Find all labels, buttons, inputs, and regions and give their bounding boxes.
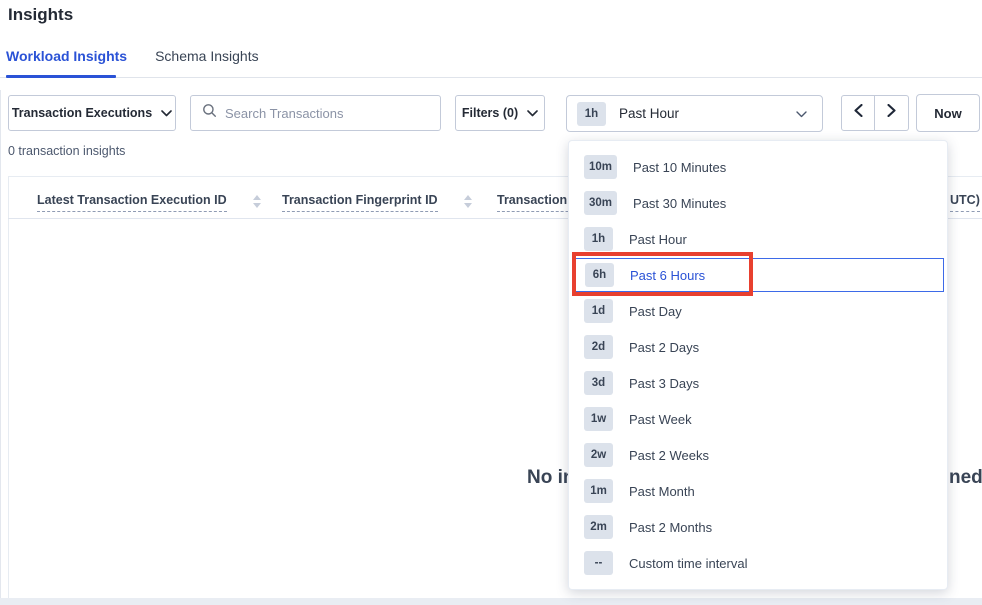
search-input[interactable] — [225, 106, 440, 121]
time-interval-option[interactable]: 2w Past 2 Weeks — [569, 437, 947, 473]
search-icon — [202, 103, 217, 123]
time-interval-dropdown: 10m Past 10 Minutes 30m Past 30 Minutes … — [568, 140, 948, 590]
insights-count-text: 0 transaction insights — [8, 144, 125, 158]
column-header-latest-transaction-execution-id[interactable]: Latest Transaction Execution ID — [37, 193, 261, 212]
chevron-left-icon — [854, 104, 863, 122]
chevron-down-icon — [796, 105, 807, 123]
time-interval-option[interactable]: 1h Past Hour — [569, 221, 947, 257]
time-interval-option[interactable]: 30m Past 30 Minutes — [569, 185, 947, 221]
time-interval-option-label: Custom time interval — [629, 556, 747, 571]
time-interval-option-badge: 10m — [584, 155, 617, 179]
chevron-right-icon — [887, 104, 896, 122]
next-interval-button[interactable] — [875, 95, 909, 131]
insight-type-select[interactable]: Transaction Executions — [8, 95, 176, 131]
tab-bar: Workload Insights Schema Insights — [6, 48, 259, 78]
time-interval-option-badge: 2w — [584, 443, 613, 467]
time-interval-option-badge: 2d — [584, 335, 613, 359]
time-interval-option[interactable]: 10m Past 10 Minutes — [569, 149, 947, 185]
time-interval-option[interactable]: 1d Past Day — [569, 293, 947, 329]
time-interval-option-label: Past 2 Weeks — [629, 448, 709, 463]
time-interval-option-badge: 1d — [584, 299, 613, 323]
column-header-label: Transaction Fingerprint ID — [282, 193, 438, 212]
time-interval-option[interactable]: 1w Past Week — [569, 401, 947, 437]
column-header-label: UTC) — [950, 193, 980, 212]
time-interval-option[interactable]: 2m Past 2 Months — [569, 509, 947, 545]
time-interval-option-label: Past 10 Minutes — [633, 160, 726, 175]
chevron-down-icon — [527, 110, 538, 117]
time-interval-option-label: Past 3 Days — [629, 376, 699, 391]
now-button[interactable]: Now — [916, 94, 980, 132]
tab-workload-insights[interactable]: Workload Insights — [6, 48, 127, 78]
filters-button-label: Filters (0) — [462, 106, 518, 120]
time-interval-option-badge: 1w — [584, 407, 613, 431]
time-interval-option-label: Past 6 Hours — [630, 268, 705, 283]
previous-interval-button[interactable] — [841, 95, 875, 131]
time-interval-select[interactable]: 1h Past Hour — [566, 95, 823, 132]
time-interval-option-label: Past 2 Months — [629, 520, 712, 535]
time-interval-option-label: Past Day — [629, 304, 682, 319]
tab-schema-insights[interactable]: Schema Insights — [155, 48, 259, 78]
active-tab-underline — [6, 75, 116, 78]
time-interval-option-label: Past Week — [629, 412, 692, 427]
bottom-strip — [0, 598, 982, 605]
time-interval-option-badge: 1m — [584, 479, 613, 503]
time-interval-badge: 1h — [577, 102, 606, 126]
time-interval-option[interactable]: 2d Past 2 Days — [569, 329, 947, 365]
search-box[interactable] — [190, 95, 441, 131]
sort-icon[interactable] — [253, 195, 261, 208]
time-interval-option[interactable]: -- Custom time interval — [569, 545, 947, 581]
time-interval-option-badge: 2m — [584, 515, 613, 539]
page-left-border — [0, 90, 1, 598]
time-interval-option-badge: 6h — [585, 263, 614, 287]
insight-type-select-label: Transaction Executions — [12, 106, 152, 120]
chevron-down-icon — [161, 110, 172, 117]
sort-icon[interactable] — [464, 195, 472, 208]
time-interval-option-badge: 3d — [584, 371, 613, 395]
time-interval-option-label: Past 2 Days — [629, 340, 699, 355]
column-header-transaction-fingerprint-id[interactable]: Transaction Fingerprint ID — [282, 193, 472, 212]
time-interval-option-label: Past 30 Minutes — [633, 196, 726, 211]
tab-divider — [0, 77, 982, 78]
time-interval-option-label: Past Hour — [629, 232, 687, 247]
page-title: Insights — [8, 5, 73, 25]
column-header-label: Latest Transaction Execution ID — [37, 193, 227, 212]
empty-state-text-fragment-right: ned. — [949, 467, 982, 489]
time-interval-option[interactable]: 6h Past 6 Hours — [572, 258, 944, 292]
now-button-label: Now — [934, 106, 961, 121]
column-header-utc-fragment[interactable]: UTC) — [950, 193, 980, 212]
time-interval-option[interactable]: 3d Past 3 Days — [569, 365, 947, 401]
time-range-arrows — [841, 95, 909, 131]
filters-button[interactable]: Filters (0) — [455, 95, 545, 131]
time-interval-option-badge: 1h — [584, 227, 613, 251]
time-interval-label: Past Hour — [619, 106, 679, 121]
time-interval-option-badge: -- — [584, 551, 613, 575]
time-interval-option-label: Past Month — [629, 484, 695, 499]
time-interval-option-badge: 30m — [584, 191, 617, 215]
time-interval-option[interactable]: 1m Past Month — [569, 473, 947, 509]
